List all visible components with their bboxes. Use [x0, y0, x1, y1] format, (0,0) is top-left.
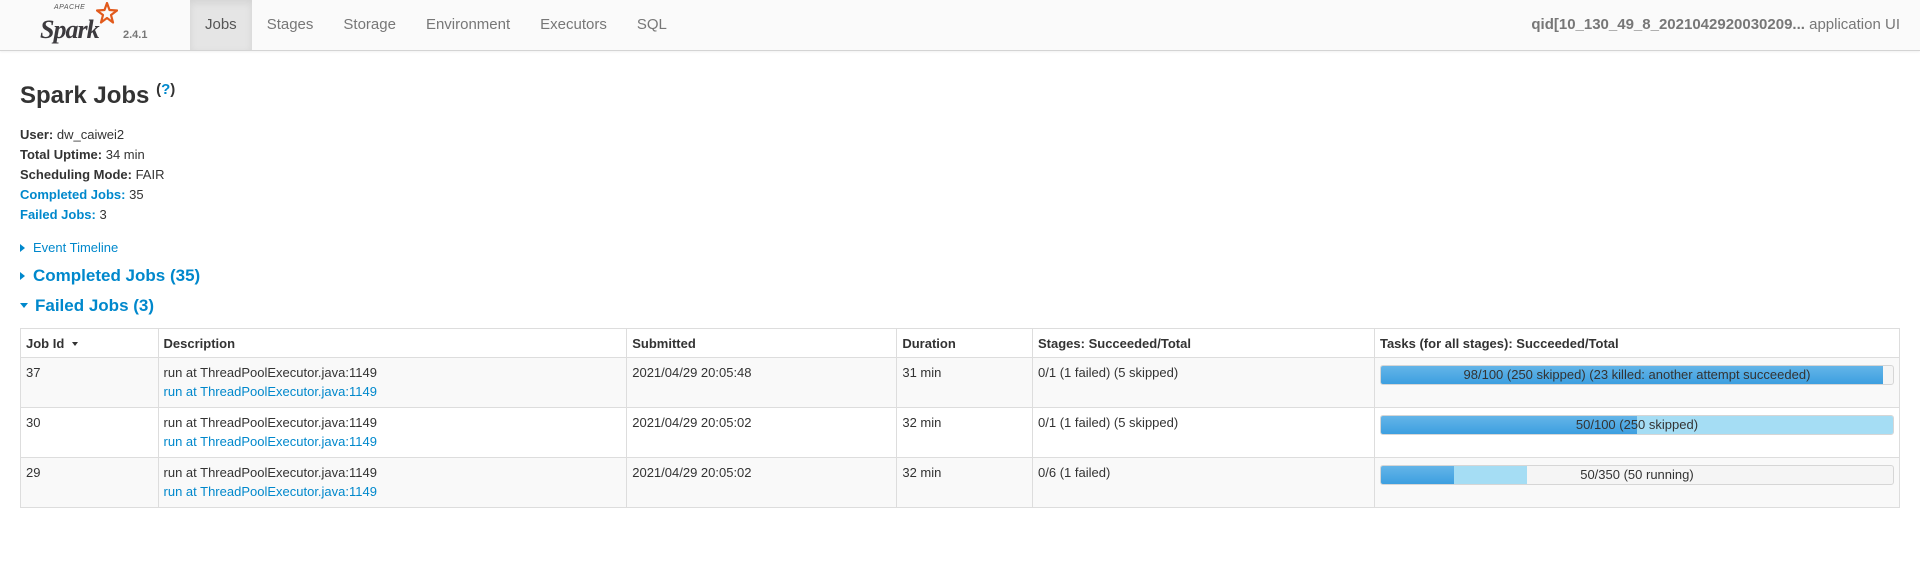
table-row: 37 run at ThreadPoolExecutor.java:1149 ru… — [20, 357, 1901, 408]
nav-tabs: Jobs Stages Storage Environment Executor… — [190, 0, 682, 50]
app-name: qid[10_130_49_8_2021042920030209... — [1531, 16, 1805, 33]
completed-jobs-link[interactable]: Completed Jobs: — [20, 187, 125, 202]
help-link[interactable]: ? — [161, 81, 170, 98]
brand-name: Spark — [40, 15, 100, 44]
spark-logo[interactable]: APACHE Spark 2.4.1 — [38, 2, 158, 48]
table-row: 30 run at ThreadPoolExecutor.java:1149 ru… — [20, 407, 1901, 458]
summary-failed: Failed Jobs: 3 — [20, 205, 1900, 225]
header-job-id-label: Job Id — [26, 335, 65, 351]
header-description[interactable]: Description — [157, 328, 628, 358]
submitted-cell: 2021/04/29 20:05:02 — [626, 457, 898, 508]
tab-stages[interactable]: Stages — [252, 0, 329, 50]
header-stages[interactable]: Stages: Succeeded/Total — [1032, 328, 1375, 358]
tab-sql[interactable]: SQL — [622, 0, 682, 50]
tasks-cell: 50/350 (50 running) — [1373, 457, 1901, 508]
header-duration[interactable]: Duration — [896, 328, 1034, 358]
failed-jobs-link[interactable]: Failed Jobs: — [20, 207, 96, 222]
duration-cell: 32 min — [896, 407, 1034, 458]
description-cell: run at ThreadPoolExecutor.java:1149 run a… — [157, 357, 628, 408]
brand-apache-text: APACHE — [54, 4, 86, 11]
arrow-right-icon — [20, 271, 25, 280]
completed-jobs-toggle[interactable]: Completed Jobs (35) — [20, 264, 1900, 288]
description-text: run at ThreadPoolExecutor.java:1149 — [163, 415, 377, 430]
event-timeline-label: Event Timeline — [33, 240, 119, 255]
completed-count: 35 — [129, 187, 144, 202]
task-progress-bar: 50/100 (250 skipped) — [1379, 415, 1894, 435]
header-tasks[interactable]: Tasks (for all stages): Succeeded/Total — [1373, 328, 1901, 358]
summary-uptime: Total Uptime: 34 min — [20, 145, 1900, 165]
arrow-down-icon — [20, 303, 28, 309]
tasks-cell: 98/100 (250 skipped) (23 killed: another… — [1373, 357, 1901, 408]
tab-storage[interactable]: Storage — [328, 0, 411, 50]
duration-cell: 32 min — [896, 457, 1034, 508]
progress-text: 50/100 (250 skipped) — [1575, 417, 1699, 432]
description-cell: run at ThreadPoolExecutor.java:1149 run a… — [157, 407, 628, 458]
summary-list: User: dw_caiwei2 Total Uptime: 34 min Sc… — [20, 125, 1900, 225]
user-label: User: — [20, 127, 54, 142]
uptime-value: 34 min — [105, 147, 145, 162]
stages-cell: 0/6 (1 failed) — [1032, 457, 1375, 508]
page-title: Spark Jobs — [20, 82, 150, 109]
event-timeline-toggle[interactable]: Event Timeline — [20, 238, 1900, 258]
spark-version: 2.4.1 — [123, 29, 148, 41]
summary-mode: Scheduling Mode: FAIR — [20, 165, 1900, 185]
table-row: 29 run at ThreadPoolExecutor.java:1149 ru… — [20, 457, 1901, 508]
mode-label: Scheduling Mode: — [20, 167, 132, 182]
description-link[interactable]: run at ThreadPoolExecutor.java:1149 — [164, 482, 622, 501]
failed-jobs-toggle[interactable]: Failed Jobs (3) — [20, 294, 1900, 318]
help-tooltip[interactable]: (?) — [156, 81, 175, 98]
summary-completed: Completed Jobs: 35 — [20, 185, 1900, 205]
app-info: qid[10_130_49_8_2021042920030209... appl… — [1531, 0, 1900, 50]
description-link[interactable]: run at ThreadPoolExecutor.java:1149 — [164, 382, 622, 401]
app-suffix: application UI — [1804, 16, 1900, 33]
user-value: dw_caiwei2 — [56, 127, 125, 142]
description-cell: run at ThreadPoolExecutor.java:1149 run a… — [157, 457, 628, 508]
tab-environment[interactable]: Environment — [411, 0, 525, 50]
task-progress-bar: 50/350 (50 running) — [1379, 465, 1894, 485]
progress-text: 98/100 (250 skipped) (23 killed: another… — [1463, 367, 1811, 382]
submitted-cell: 2021/04/29 20:05:48 — [626, 357, 898, 408]
summary-user: User: dw_caiwei2 — [20, 125, 1900, 145]
stages-cell: 0/1 (1 failed) (5 skipped) — [1032, 407, 1375, 458]
failed-jobs-table: Job Id Description Submitted Duration St… — [20, 328, 1901, 508]
job-id-cell: 30 — [20, 407, 159, 458]
job-id-cell: 29 — [20, 457, 159, 508]
duration-cell: 31 min — [896, 357, 1034, 408]
navbar: APACHE Spark 2.4.1 Jobs Stages Storage E… — [0, 0, 1920, 51]
table-header-row: Job Id Description Submitted Duration St… — [20, 328, 1901, 358]
job-id-cell: 37 — [20, 357, 159, 408]
spark-star-icon — [96, 2, 118, 24]
failed-count: 3 — [99, 207, 107, 222]
header-job-id[interactable]: Job Id — [20, 328, 159, 358]
failed-jobs-heading: Failed Jobs (3) — [35, 296, 155, 315]
mode-value: FAIR — [135, 167, 165, 182]
tab-jobs[interactable]: Jobs — [190, 0, 252, 50]
progress-text: 50/350 (50 running) — [1580, 467, 1694, 482]
stages-cell: 0/1 (1 failed) (5 skipped) — [1032, 357, 1375, 408]
header-submitted[interactable]: Submitted — [626, 328, 898, 358]
main-content: Spark Jobs (?) User: dw_caiwei2 Total Up… — [0, 51, 1920, 508]
page-title-row: Spark Jobs (?) — [20, 51, 1900, 111]
submitted-cell: 2021/04/29 20:05:02 — [626, 407, 898, 458]
sort-desc-icon — [72, 342, 79, 347]
tasks-cell: 50/100 (250 skipped) — [1373, 407, 1901, 458]
task-progress-bar: 98/100 (250 skipped) (23 killed: another… — [1379, 365, 1894, 385]
description-link[interactable]: run at ThreadPoolExecutor.java:1149 — [164, 432, 622, 451]
arrow-right-icon — [20, 243, 25, 252]
tab-executors[interactable]: Executors — [525, 0, 622, 50]
description-text: run at ThreadPoolExecutor.java:1149 — [163, 465, 377, 480]
uptime-label: Total Uptime: — [20, 147, 103, 162]
description-text: run at ThreadPoolExecutor.java:1149 — [163, 365, 377, 380]
completed-jobs-heading: Completed Jobs (35) — [33, 266, 201, 285]
